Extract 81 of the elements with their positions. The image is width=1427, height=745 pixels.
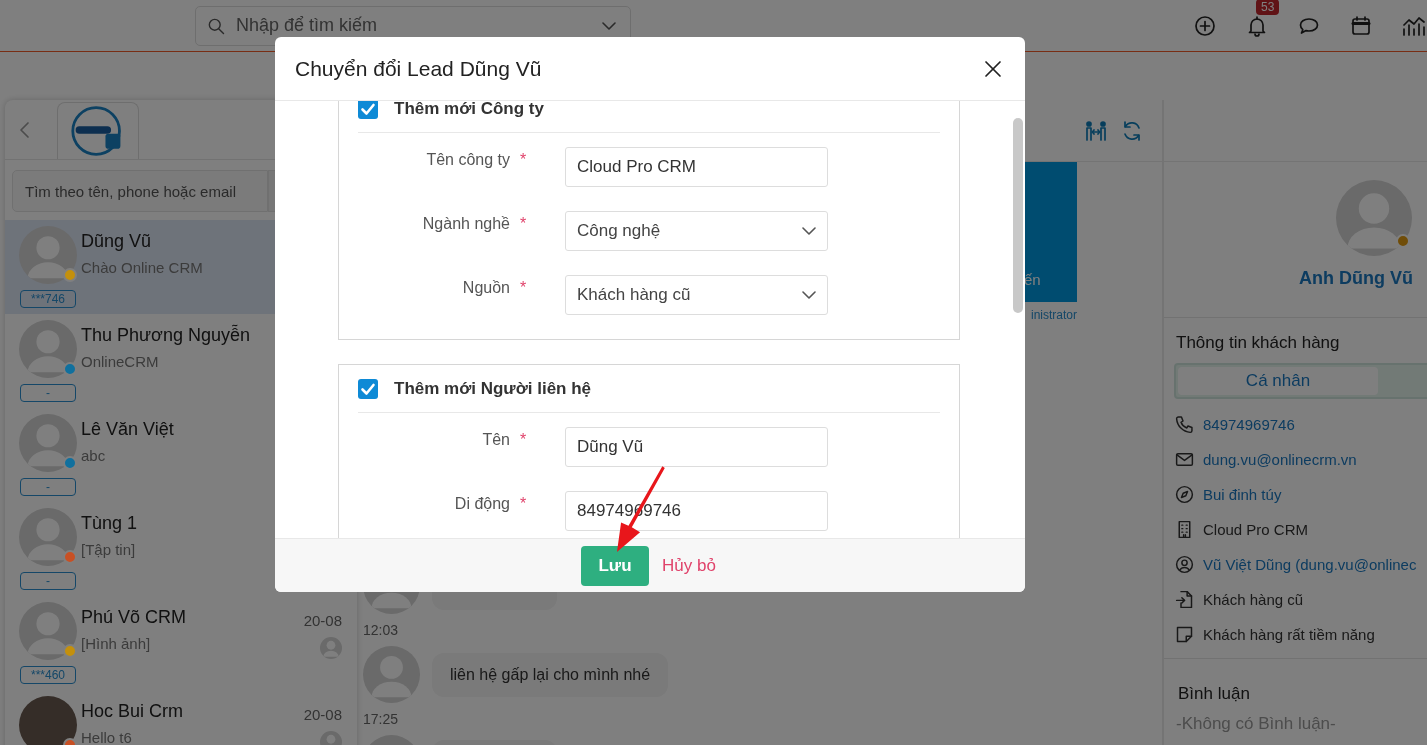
section-title: Thông tin khách hàng bbox=[1175, 333, 1341, 353]
checkbox[interactable] bbox=[358, 378, 378, 399]
status-dot bbox=[1396, 234, 1410, 248]
dropdown[interactable]: Khách hàng cũ bbox=[565, 275, 828, 315]
contact-name: Tùng 1 bbox=[81, 513, 139, 534]
last-message: [Hình ảnh] bbox=[81, 635, 152, 652]
notification-badge: 53 bbox=[1256, 0, 1280, 15]
contact-item[interactable]: - Thu Phương Nguyễn OnlineCRM bbox=[5, 314, 357, 408]
message-date: 20-08 bbox=[303, 612, 342, 629]
file-arrow-icon bbox=[1174, 589, 1195, 610]
input-field[interactable]: Dũng Vũ bbox=[565, 427, 828, 467]
scrollbar-thumb[interactable] bbox=[1013, 118, 1023, 313]
last-message: Chào Online CRM bbox=[81, 259, 204, 276]
phone-tag: - bbox=[20, 384, 76, 402]
field-label: Di động bbox=[453, 494, 510, 513]
message-time: 12:03 bbox=[363, 622, 400, 638]
contact-item[interactable]: - Lê Văn Việt abc bbox=[5, 408, 357, 502]
field-label: Ngành nghề bbox=[421, 214, 510, 233]
channel-tab[interactable] bbox=[57, 102, 139, 159]
note-icon bbox=[1174, 624, 1195, 645]
contact-name: Lê Văn Việt bbox=[81, 419, 175, 440]
message-time: 17:25 bbox=[363, 711, 400, 727]
last-message: Hello t6 bbox=[81, 729, 133, 745]
contact-item[interactable]: ***460 Phú Võ CRM [Hình ảnh] 20-08 bbox=[5, 596, 357, 690]
calendar-icon bbox=[1349, 13, 1373, 38]
dropdown[interactable]: Công nghệ bbox=[565, 211, 828, 251]
message-bubble: liên hệ gấp lại cho mình nhé bbox=[432, 652, 669, 697]
detail-link[interactable]: dung.vu@onlinecrm.vn bbox=[1203, 451, 1357, 468]
user-circle-icon bbox=[1174, 554, 1195, 575]
required-mark: * bbox=[519, 214, 528, 233]
field-label: Tên công ty bbox=[425, 150, 510, 169]
phone-tag: ***746 bbox=[20, 290, 76, 308]
calendar-button[interactable] bbox=[1349, 13, 1373, 38]
dialog-title: Chuyển đổi Lead Dũng Vũ bbox=[295, 56, 543, 81]
detail-text: Cloud Pro CRM bbox=[1203, 521, 1309, 538]
section-title: Bình luận bbox=[1177, 684, 1251, 704]
contact-name: Dũng Vũ bbox=[81, 231, 153, 252]
detail-link[interactable]: 84974969746 bbox=[1203, 416, 1295, 433]
photo-placeholder bbox=[19, 696, 77, 745]
phone-tag: - bbox=[20, 572, 76, 590]
contact-name: Hoc Bui Crm bbox=[81, 701, 184, 722]
card-caption: inistrator bbox=[1031, 308, 1077, 322]
last-message: OnlineCRM bbox=[81, 353, 160, 370]
search-field[interactable]: Tìm theo tên, phone hoặc email bbox=[12, 170, 268, 212]
detail-link[interactable]: Bui đinh túy bbox=[1203, 486, 1282, 503]
contact-name: Thu Phương Nguyễn bbox=[81, 325, 251, 346]
chevron-down-icon bbox=[802, 227, 816, 235]
phone-tag: - bbox=[20, 478, 76, 496]
input-field[interactable]: Cloud Pro CRM bbox=[565, 147, 828, 187]
required-mark: * bbox=[519, 430, 528, 449]
field-label: Nguồn bbox=[461, 278, 510, 297]
contact-item[interactable]: Hoc Bui Crm Hello t6 20-08 bbox=[5, 690, 357, 745]
save-button[interactable]: Lưu bbox=[581, 545, 649, 586]
detail-text: Khách hàng cũ bbox=[1203, 591, 1304, 608]
people-arrows-icon bbox=[1084, 118, 1108, 143]
cancel-link[interactable]: Hủy bỏ bbox=[662, 555, 716, 576]
required-mark: * bbox=[519, 150, 528, 169]
contact-name: Phú Võ CRM bbox=[81, 607, 188, 628]
section-title: Thêm mới Công ty bbox=[394, 101, 544, 119]
field-label: Tên bbox=[481, 430, 510, 449]
compass-icon bbox=[1174, 484, 1195, 505]
last-message: abc bbox=[81, 447, 107, 464]
phone-tag: ***460 bbox=[20, 666, 76, 684]
phone-icon bbox=[1174, 414, 1195, 435]
search-field[interactable]: Nhập để tìm kiếm bbox=[195, 5, 631, 46]
required-mark: * bbox=[519, 278, 528, 297]
customer-name: Anh Dũng Vũ bbox=[1299, 268, 1413, 289]
last-message: [Tập tin] bbox=[81, 541, 137, 558]
plus-circle-icon bbox=[1193, 13, 1217, 38]
section-title: Thêm mới Người liên hệ bbox=[394, 378, 592, 399]
add-button[interactable] bbox=[1193, 13, 1217, 38]
chevron-down-icon bbox=[602, 21, 616, 30]
chevron-down-icon bbox=[802, 291, 816, 299]
checkbox[interactable] bbox=[358, 101, 378, 119]
detail-text: Khách hàng rất tiềm năng bbox=[1203, 626, 1375, 643]
message-date: 20-08 bbox=[303, 706, 342, 723]
detail-link[interactable]: Vũ Việt Dũng (dung.vu@onlinec bbox=[1203, 556, 1417, 573]
contact-item[interactable]: - Tùng 1 [Tập tin] bbox=[5, 502, 357, 596]
transfer-button[interactable] bbox=[1084, 118, 1108, 143]
segment-tab[interactable]: Cá nhân bbox=[1178, 367, 1378, 395]
required-mark: * bbox=[519, 494, 528, 513]
